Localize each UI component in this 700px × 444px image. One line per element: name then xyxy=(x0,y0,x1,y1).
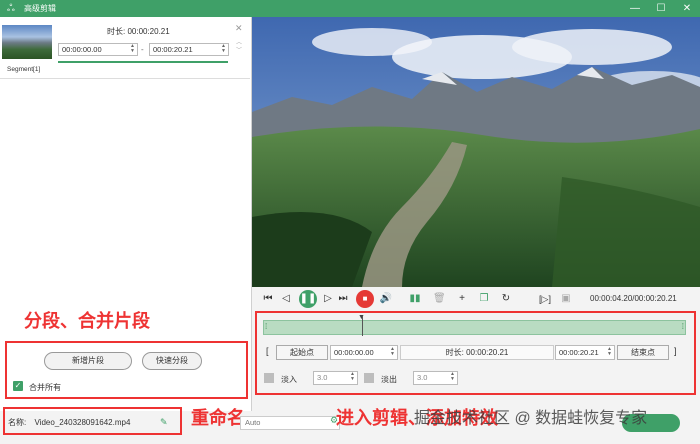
trim-duration-display: 时长: 00:00:20.21 xyxy=(400,345,554,360)
trim-start-field[interactable]: 00:00:00.00 ▲ ▼ xyxy=(330,345,398,360)
fade-in-label: 淡入 xyxy=(281,375,297,384)
segment-duration: 时长: 00:00:20.21 xyxy=(107,27,170,36)
fade-out-field[interactable]: 3.0 ▲ ▼ xyxy=(413,371,458,385)
spinner-icon[interactable]: ▲ ▼ xyxy=(607,347,612,357)
new-segment-button[interactable]: 新增片段 xyxy=(44,352,132,370)
time-range-dash: - xyxy=(141,45,144,54)
file-name-label: 名称: xyxy=(8,418,27,427)
segment-thumbnail xyxy=(2,25,52,59)
trim-end-value: 00:00:20.21 xyxy=(559,348,599,357)
timeline-end-handle[interactable]: ⁞ xyxy=(682,322,684,331)
annotation-segment-merge: 分段、合并片段 xyxy=(24,311,150,331)
pause-button[interactable]: ❚❚ xyxy=(299,290,317,308)
segment-start-time-field[interactable]: 00:00:00.00 ▲ ▼ xyxy=(58,43,138,56)
reset-icon[interactable]: ↻ xyxy=(500,292,512,306)
add-icon[interactable]: + xyxy=(456,292,468,306)
set-end-point-button[interactable]: 结束点 xyxy=(617,345,669,360)
segment-end-time-value: 00:00:20.21 xyxy=(153,45,193,54)
trim-end-field[interactable]: 00:00:20.21 ▲ ▼ xyxy=(555,345,615,360)
copy-icon[interactable]: ❐ xyxy=(478,292,490,306)
move-down-icon[interactable]: ﹀ xyxy=(236,45,242,54)
segment-end-time-field[interactable]: 00:00:20.21 ▲ ▼ xyxy=(149,43,229,56)
merge-all-label: 合并所有 xyxy=(29,383,61,392)
quick-split-button[interactable]: 快速分段 xyxy=(142,352,202,370)
minimize-button[interactable]: — xyxy=(622,0,648,17)
timeline-track[interactable]: ⁞ ⁞ xyxy=(263,320,686,335)
spinner-icon[interactable]: ▲ ▼ xyxy=(390,347,395,357)
merge-all-checkbox[interactable]: ✓ xyxy=(13,381,23,391)
fullscreen-icon[interactable]: ▣ xyxy=(560,292,572,306)
fade-out-value: 3.0 xyxy=(417,373,428,382)
file-name-field[interactable]: 名称: Video_240328091642.mp4 xyxy=(8,414,178,431)
mark-segment-icon[interactable]: [▷] xyxy=(537,292,553,306)
bracket-right: ] xyxy=(674,346,677,356)
spinner-icon[interactable]: ▲ ▼ xyxy=(350,372,355,382)
fade-in-value: 3.0 xyxy=(317,373,328,382)
edit-name-icon[interactable]: ✎ xyxy=(160,414,168,431)
maximize-button[interactable]: ☐ xyxy=(648,0,674,17)
fade-in-checkbox[interactable] xyxy=(264,373,274,383)
annotation-rename: 重命名 xyxy=(191,408,245,428)
player-controls: ⏮ ◁ ❚❚ ▷ ⏭ ■ 🔊 ▮▮ 🗑 + ❐ ↻ [▷] ▣ 00:00:04… xyxy=(252,287,700,311)
fade-out-checkbox[interactable] xyxy=(364,373,374,383)
watermark: 掘金技术社区 @ 数据蛙恢复专家 xyxy=(414,410,648,427)
spinner-icon[interactable]: ▲ ▼ xyxy=(221,44,226,54)
stop-button[interactable]: ■ xyxy=(356,290,374,308)
segment-range-bar xyxy=(58,61,228,63)
previous-frame-icon[interactable]: ◁ xyxy=(280,292,292,306)
title-bar: ஃ 高级剪辑 — ☐ ✕ xyxy=(0,0,700,17)
trim-start-value: 00:00:00.00 xyxy=(334,348,374,357)
window-title: 高级剪辑 xyxy=(24,4,56,13)
delete-segment-icon[interactable]: ✕ xyxy=(235,23,243,34)
playhead[interactable] xyxy=(362,316,363,336)
timeline-start-handle[interactable]: ⁞ xyxy=(265,322,267,331)
trash-icon[interactable]: 🗑 xyxy=(433,292,446,306)
spinner-icon[interactable]: ▲ ▼ xyxy=(130,44,135,54)
next-frame-icon[interactable]: ▷ xyxy=(322,292,334,306)
split-icon[interactable]: ▮▮ xyxy=(409,292,421,306)
skip-to-end-icon[interactable]: ⏭ xyxy=(337,292,349,306)
segment-label: Segment[1] xyxy=(7,66,41,73)
rabbit-app-icon: ஃ xyxy=(7,3,15,14)
set-start-point-button[interactable]: 起始点 xyxy=(276,345,328,360)
landscape-frame xyxy=(252,17,700,287)
fade-out-label: 淡出 xyxy=(381,375,397,384)
video-preview[interactable] xyxy=(252,17,700,287)
skip-to-start-icon[interactable]: ⏮ xyxy=(262,292,274,306)
volume-icon[interactable]: 🔊 xyxy=(379,292,393,306)
close-button[interactable]: ✕ xyxy=(674,0,700,17)
bracket-left: [ xyxy=(266,346,269,356)
file-name-value: Video_240328091642.mp4 xyxy=(34,418,131,427)
playback-timecode: 00:00:04.20/00:00:20.21 xyxy=(590,294,677,303)
segment-start-time-value: 00:00:00.00 xyxy=(62,45,102,54)
output-setting-field[interactable]: Auto xyxy=(240,416,340,430)
divider xyxy=(0,78,250,79)
segment-card[interactable]: 时长: 00:00:20.21 00:00:00.00 ▲ ▼ - 00:00:2… xyxy=(0,19,250,79)
spinner-icon[interactable]: ▲ ▼ xyxy=(450,372,455,382)
fade-in-field[interactable]: 3.0 ▲ ▼ xyxy=(313,371,358,385)
